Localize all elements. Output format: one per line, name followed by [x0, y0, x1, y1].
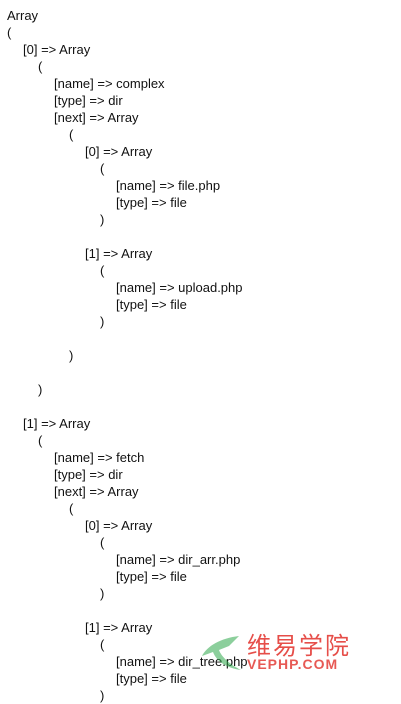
output-line: (	[69, 127, 74, 142]
watermark-en-text: VEPHP.COM	[247, 656, 339, 672]
output-line: )	[69, 348, 74, 363]
output-line: Array	[7, 8, 39, 23]
output-line: [1] => Array	[85, 620, 153, 635]
output-line: [0] => Array	[23, 42, 91, 57]
output-line: [name] => file.php	[116, 178, 221, 193]
watermark-logo: 维易学院 VEPHP.COM	[199, 628, 379, 680]
print-r-output: Array ( [0] => Array ( [name] => complex…	[0, 0, 401, 703]
output-line: [type] => file	[116, 195, 187, 210]
arrow-logo-icon	[202, 636, 241, 670]
output-line: [name] => complex	[54, 76, 165, 91]
output-line: (	[100, 535, 105, 550]
output-line: (	[100, 637, 105, 652]
output-line: (	[38, 59, 43, 74]
output-line: [type] => file	[116, 569, 187, 584]
output-line: [type] => dir	[54, 467, 123, 482]
output-line: [1] => Array	[23, 416, 91, 431]
output-line: )	[100, 586, 105, 601]
output-line: [type] => file	[116, 671, 187, 686]
output-line: (	[69, 501, 74, 516]
output-line: (	[100, 263, 105, 278]
output-line: [type] => dir	[54, 93, 123, 108]
output-line: (	[38, 433, 43, 448]
output-line: [1] => Array	[85, 246, 153, 261]
output-line: [0] => Array	[85, 144, 153, 159]
output-line: [name] => fetch	[54, 450, 145, 465]
output-line: (	[7, 25, 12, 40]
output-line: [0] => Array	[85, 518, 153, 533]
output-line: )	[100, 212, 105, 227]
output-line: [type] => file	[116, 297, 187, 312]
output-line: [name] => dir_arr.php	[116, 552, 241, 567]
output-line: )	[100, 314, 105, 329]
output-line: (	[100, 161, 105, 176]
output-line: [next] => Array	[54, 110, 139, 125]
output-line: )	[38, 382, 43, 397]
output-line: [next] => Array	[54, 484, 139, 499]
output-line: [name] => upload.php	[116, 280, 243, 295]
